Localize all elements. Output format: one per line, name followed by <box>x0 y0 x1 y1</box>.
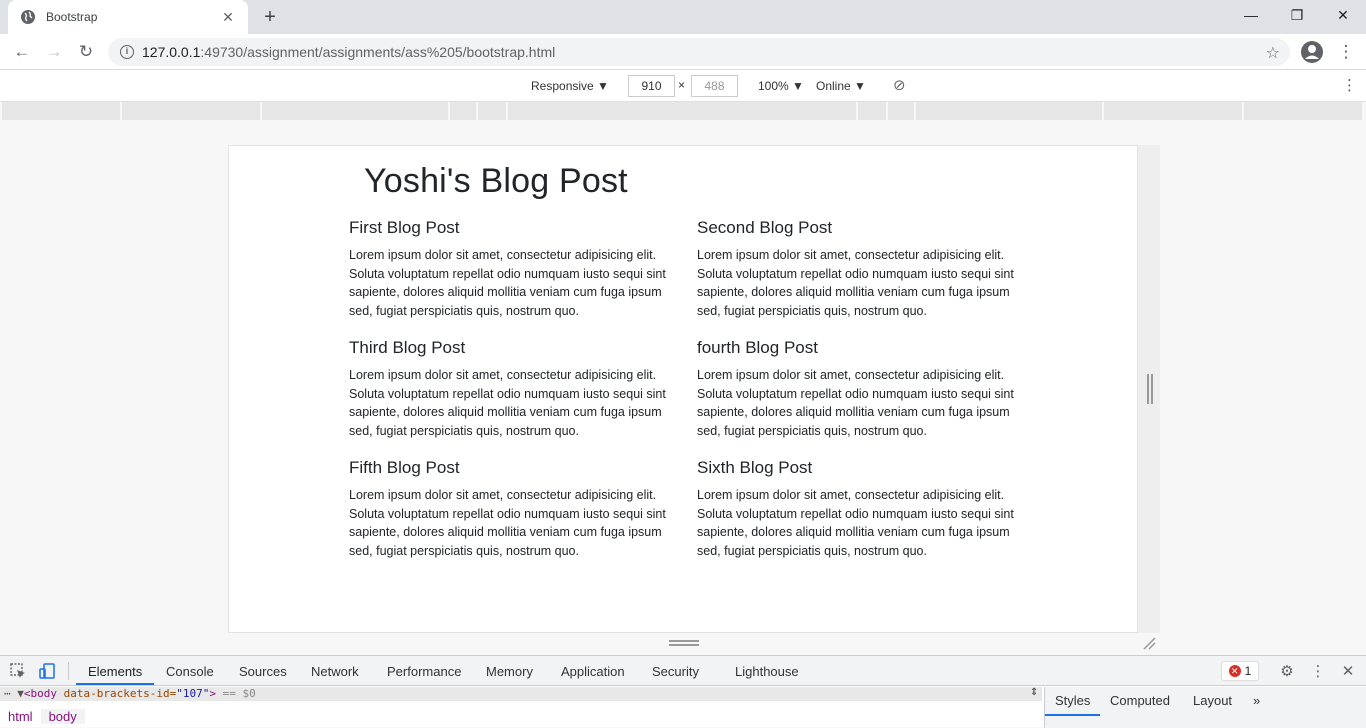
media-query-segment[interactable] <box>122 102 262 120</box>
more-tabs-icon[interactable]: » <box>1253 693 1260 708</box>
tab-application[interactable]: Application <box>561 664 625 679</box>
minimize-icon[interactable]: — <box>1228 0 1274 30</box>
tab-sources[interactable]: Sources <box>239 664 287 679</box>
globe-icon <box>21 10 35 24</box>
tab-security[interactable]: Security <box>652 664 699 679</box>
post-body: Lorem ipsum dolor sit amet, consectetur … <box>697 368 1014 438</box>
zoom-select[interactable]: 100% ▼ <box>758 79 804 93</box>
close-window-icon[interactable]: ✕ <box>1320 0 1366 30</box>
media-query-segment[interactable] <box>888 102 916 120</box>
rotate-icon[interactable]: ⊘ <box>893 76 906 94</box>
media-query-segment[interactable] <box>508 102 858 120</box>
media-query-segment[interactable] <box>916 102 1104 120</box>
devtools-menu-icon[interactable]: ⋮ <box>1309 662 1327 680</box>
height-resize-handle[interactable] <box>669 640 699 646</box>
dom-tree-selected-node[interactable]: ⋯ ▼<body data-brackets-id="107"> == $0 <box>0 687 1042 701</box>
blog-post: First Blog Post Lorem ipsum dolor sit am… <box>349 218 679 320</box>
media-query-segment[interactable] <box>2 102 122 120</box>
media-query-segment[interactable] <box>478 102 508 120</box>
dimension-separator: × <box>678 78 686 92</box>
star-icon[interactable]: ☆ <box>1266 43 1280 63</box>
forward-icon[interactable]: → <box>42 40 66 64</box>
blog-post: Second Blog Post Lorem ipsum dolor sit a… <box>697 218 1027 320</box>
inspect-element-icon[interactable] <box>9 662 27 680</box>
post-heading: Third Blog Post <box>349 338 466 357</box>
post-body: Lorem ipsum dolor sit amet, consectetur … <box>349 488 666 558</box>
media-query-segment[interactable] <box>858 102 888 120</box>
error-counter[interactable]: ✕ 1 <box>1221 661 1259 681</box>
post-heading: Sixth Blog Post <box>697 458 813 477</box>
tab-computed[interactable]: Computed <box>1110 693 1170 708</box>
media-query-segment[interactable] <box>1244 102 1364 120</box>
tab-layout[interactable]: Layout <box>1193 693 1232 708</box>
device-options-icon[interactable]: ⋮ <box>1342 76 1357 94</box>
post-heading: fourth Blog Post <box>697 338 818 357</box>
media-query-segment[interactable] <box>262 102 450 120</box>
close-tab-icon[interactable]: ✕ <box>220 9 236 25</box>
devtools-panel: Elements Console Sources Network Perform… <box>0 655 1366 728</box>
throttling-select[interactable]: Online ▼ <box>816 79 866 93</box>
tab-lighthouse[interactable]: Lighthouse <box>735 664 799 679</box>
emulated-viewport: Yoshi's Blog Post First Blog Post Lorem … <box>228 145 1138 633</box>
media-query-bar <box>0 102 1366 120</box>
close-devtools-icon[interactable]: ✕ <box>1339 662 1357 680</box>
address-bar[interactable]: i 127.0.0.1:49730/assignment/assignments… <box>108 38 1290 66</box>
styles-tab-indicator <box>1045 714 1100 716</box>
device-toolbar: Responsive ▼ 910 × 488 100% ▼ Online ▼ ⊘… <box>0 70 1366 102</box>
account-icon[interactable] <box>1300 40 1324 64</box>
width-resize-handle[interactable] <box>1147 374 1153 404</box>
tab-performance[interactable]: Performance <box>387 664 461 679</box>
blog-post: fourth Blog Post Lorem ipsum dolor sit a… <box>697 338 1027 440</box>
tab-title: Bootstrap <box>46 10 98 24</box>
tab-console[interactable]: Console <box>166 664 214 679</box>
breadcrumb-body[interactable]: body <box>40 708 85 724</box>
toolbar-divider <box>68 662 69 680</box>
post-body: Lorem ipsum dolor sit amet, consectetur … <box>349 248 666 318</box>
tab-styles[interactable]: Styles <box>1055 693 1090 708</box>
tab-memory[interactable]: Memory <box>486 664 533 679</box>
reload-icon[interactable]: ↻ <box>74 40 98 64</box>
blog-post: Sixth Blog Post Lorem ipsum dolor sit am… <box>697 458 1027 560</box>
breadcrumb-html[interactable]: html <box>0 709 41 724</box>
scroll-arrows-icon[interactable]: ⇕ <box>1030 687 1038 698</box>
error-count: 1 <box>1244 664 1252 678</box>
restore-icon[interactable]: ❐ <box>1274 0 1320 30</box>
url-path: :49730/assignment/assignments/ass%205/bo… <box>200 44 556 60</box>
device-mode-select[interactable]: Responsive ▼ <box>531 79 609 93</box>
page-title: Yoshi's Blog Post <box>364 162 628 200</box>
devtools-tab-bar: Elements Console Sources Network Perform… <box>0 656 1366 686</box>
post-body: Lorem ipsum dolor sit amet, consectetur … <box>349 368 666 438</box>
new-tab-button[interactable]: + <box>258 6 282 28</box>
post-heading: Second Blog Post <box>697 218 833 237</box>
post-heading: First Blog Post <box>349 218 460 237</box>
info-icon[interactable]: i <box>120 45 134 59</box>
viewport-height-input[interactable]: 488 <box>691 75 738 97</box>
back-icon[interactable]: ← <box>10 40 34 64</box>
post-body: Lorem ipsum dolor sit amet, consectetur … <box>697 248 1014 318</box>
post-body: Lorem ipsum dolor sit amet, consectetur … <box>697 488 1014 558</box>
corner-resize-handle[interactable] <box>1142 636 1156 650</box>
browser-toolbar: ← → ↻ i 127.0.0.1:49730/assignment/assig… <box>0 34 1366 70</box>
post-heading: Fifth Blog Post <box>349 458 460 477</box>
url-host: 127.0.0.1 <box>142 44 201 60</box>
tab-elements[interactable]: Elements <box>88 664 142 679</box>
blog-post: Fifth Blog Post Lorem ipsum dolor sit am… <box>349 458 679 560</box>
tab-network[interactable]: Network <box>311 664 359 679</box>
styles-pane: Styles Computed Layout » <box>1044 687 1366 728</box>
error-icon: ✕ <box>1228 665 1241 677</box>
device-toggle-icon[interactable] <box>38 662 56 680</box>
viewport-width-input[interactable]: 910 <box>628 75 675 97</box>
media-query-segment[interactable] <box>450 102 478 120</box>
blog-post: Third Blog Post Lorem ipsum dolor sit am… <box>349 338 679 440</box>
kebab-menu-icon[interactable]: ⋮ <box>1334 40 1358 64</box>
browser-tab[interactable]: Bootstrap ✕ <box>8 0 248 34</box>
media-query-segment[interactable] <box>1104 102 1244 120</box>
breadcrumb: html body <box>0 706 85 726</box>
active-tab-indicator <box>76 683 154 685</box>
tab-strip: Bootstrap ✕ + — ❐ ✕ <box>0 0 1366 34</box>
gear-icon[interactable]: ⚙ <box>1278 662 1296 680</box>
